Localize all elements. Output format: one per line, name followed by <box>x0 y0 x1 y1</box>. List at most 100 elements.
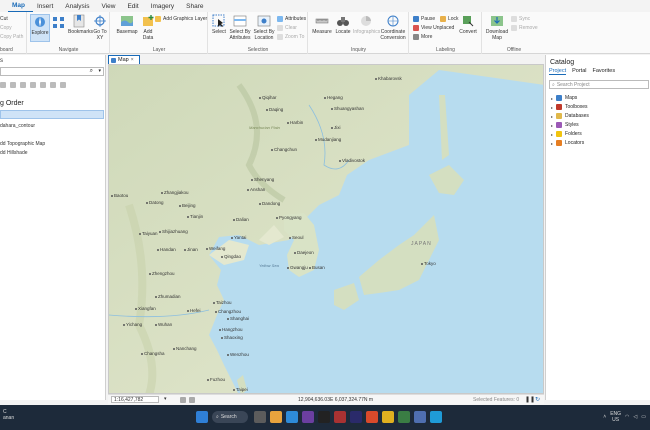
city-label: Yantai <box>231 235 246 240</box>
basemap-button[interactable]: Basemap <box>115 14 139 35</box>
expand-icon[interactable]: ▸ <box>551 123 553 128</box>
teams-icon[interactable] <box>302 411 314 423</box>
terminal-icon[interactable] <box>318 411 330 423</box>
list-by-charts-icon[interactable] <box>60 82 66 88</box>
catalog-item-maps[interactable]: ▸ Maps <box>551 95 577 101</box>
wifi-icon[interactable]: ◠ <box>625 414 629 420</box>
attributes-button[interactable]: Attributes <box>277 16 306 22</box>
zoom-to-selection-button[interactable]: Zoom To <box>277 34 304 40</box>
catalog-item-databases[interactable]: ▸ Databases <box>551 113 589 119</box>
volume-icon[interactable]: ◁ <box>633 414 637 420</box>
battery-icon[interactable]: ▭ <box>641 414 646 420</box>
file-explorer-icon[interactable] <box>270 411 282 423</box>
catalog-search-input[interactable]: ⌕ Search Project <box>549 80 649 89</box>
tab-edit[interactable]: Edit <box>123 1 146 12</box>
tab-portal[interactable]: Portal <box>572 68 586 75</box>
zoom-extent-icon[interactable] <box>180 397 186 403</box>
refresh-icon[interactable]: ↻ <box>535 396 540 403</box>
layer-group: Basemap Add Data Add Graphics Layer Laye… <box>111 12 208 54</box>
city-label: Shuangyashan <box>331 106 364 111</box>
convert-button[interactable]: Convert <box>457 14 479 35</box>
expand-icon[interactable]: ▸ <box>551 114 553 119</box>
rotation-icon[interactable] <box>189 397 195 403</box>
more-icon <box>413 34 419 40</box>
city-label: Changsha <box>141 351 165 356</box>
catalog-item-styles[interactable]: ▸ Styles <box>551 122 579 128</box>
chrome-icon[interactable] <box>382 411 394 423</box>
list-by-editing-icon[interactable] <box>30 82 36 88</box>
premiere-icon[interactable] <box>350 411 362 423</box>
more-button[interactable]: More <box>413 34 432 40</box>
sync-button[interactable]: Sync <box>511 16 530 22</box>
tab-imagery[interactable]: Imagery <box>147 1 182 12</box>
city-label: Tianjin <box>187 214 203 219</box>
close-tab-icon[interactable]: × <box>131 57 134 63</box>
layer-contour[interactable]: dahara_contour <box>0 123 35 129</box>
arcgis-icon[interactable] <box>430 411 442 423</box>
add-graphics-layer-button[interactable]: Add Graphics Layer <box>155 16 207 22</box>
goto-xy-button[interactable]: Go To XY <box>92 14 108 41</box>
language-indicator[interactable]: ENG US <box>610 411 621 423</box>
tab-view[interactable]: View <box>97 1 123 12</box>
tab-project[interactable]: Project <box>549 68 567 75</box>
select-by-attributes-button[interactable]: Select By Attributes <box>228 14 252 41</box>
download-map-button[interactable]: Download Map <box>485 14 509 41</box>
select-button[interactable]: Select <box>211 14 227 35</box>
scale-selector[interactable]: 1:16,427,782 <box>111 396 159 403</box>
word-icon[interactable] <box>414 411 426 423</box>
map-layer-row-selected[interactable] <box>0 110 104 119</box>
expand-icon[interactable]: ▸ <box>551 141 553 146</box>
cut-button[interactable]: Cut <box>0 16 8 22</box>
lock-button[interactable]: Lock <box>440 16 459 22</box>
excel-icon[interactable] <box>398 411 410 423</box>
tab-map[interactable]: Map <box>8 0 33 13</box>
map-view-tab[interactable]: Map × <box>108 55 140 64</box>
pause-button[interactable]: Pause <box>413 16 435 22</box>
chevron-up-icon[interactable]: ˄ <box>603 414 606 420</box>
weather-widget[interactable]: C anan <box>3 409 14 421</box>
tab-insert[interactable]: Insert <box>33 1 61 12</box>
infographics-button[interactable]: Infographics <box>353 14 380 35</box>
select-by-location-button[interactable]: Select By Location <box>252 14 276 41</box>
list-by-drawing-order-icon[interactable] <box>0 82 6 88</box>
list-by-source-icon[interactable] <box>10 82 16 88</box>
expand-icon[interactable]: ▸ <box>551 105 553 110</box>
catalog-item-toolboxes[interactable]: ▸ Toolboxes <box>551 104 588 110</box>
tab-share[interactable]: Share <box>182 1 211 12</box>
zoom-controls[interactable] <box>52 16 66 34</box>
bookmarks-button[interactable]: Bookmarks <box>68 14 93 35</box>
app-icon[interactable] <box>334 411 346 423</box>
tab-analysis[interactable]: Analysis <box>61 1 97 12</box>
dropdown-icon[interactable]: ▾ <box>98 68 101 74</box>
coordinate-conversion-button[interactable]: Coordinate Conversion <box>379 14 407 41</box>
windows-start-icon[interactable] <box>196 411 208 423</box>
tab-favorites[interactable]: Favorites <box>593 68 616 75</box>
copy-button[interactable]: Copy <box>0 25 12 31</box>
map-view[interactable]: Khabarovsk Qiqihar Hegang Daqing Shuangy… <box>108 64 544 394</box>
expand-icon[interactable]: ▸ <box>551 132 553 137</box>
contents-search-input[interactable]: ⌕ ▾ <box>0 67 104 76</box>
measure-button[interactable]: Selection Measure <box>311 14 333 35</box>
remove-button[interactable]: Remove <box>511 25 538 31</box>
select-icon <box>212 14 225 27</box>
list-by-selection-icon[interactable] <box>20 82 26 88</box>
list-by-snapping-icon[interactable] <box>40 82 46 88</box>
edge-icon[interactable] <box>286 411 298 423</box>
clear-selection-button[interactable]: Clear <box>277 25 297 31</box>
list-by-labeling-icon[interactable] <box>50 82 56 88</box>
layer-hillshade[interactable]: dd Hillshade <box>0 150 28 156</box>
expand-icon[interactable]: ▸ <box>551 96 553 101</box>
view-unplaced-button[interactable]: View Unplaced <box>413 25 454 31</box>
office-icon[interactable] <box>366 411 378 423</box>
scale-dropdown-icon[interactable]: ▾ <box>164 396 167 402</box>
pause-drawing-icon[interactable]: ❚❚ <box>525 396 535 403</box>
explore-button[interactable]: Explore <box>30 14 50 42</box>
copy-path-button[interactable]: Copy Path <box>0 34 23 40</box>
layer-topographic-map[interactable]: dd Topographic Map <box>0 141 45 147</box>
catalog-item-folders[interactable]: ▸ Folders <box>551 131 582 137</box>
locate-button[interactable]: Locate <box>333 14 353 35</box>
taskbar-search[interactable]: ⌕ Search <box>212 411 248 423</box>
task-view-icon[interactable] <box>254 411 266 423</box>
catalog-item-locators[interactable]: ▸ Locators <box>551 140 584 146</box>
search-icon[interactable]: ⌕ <box>90 68 93 75</box>
